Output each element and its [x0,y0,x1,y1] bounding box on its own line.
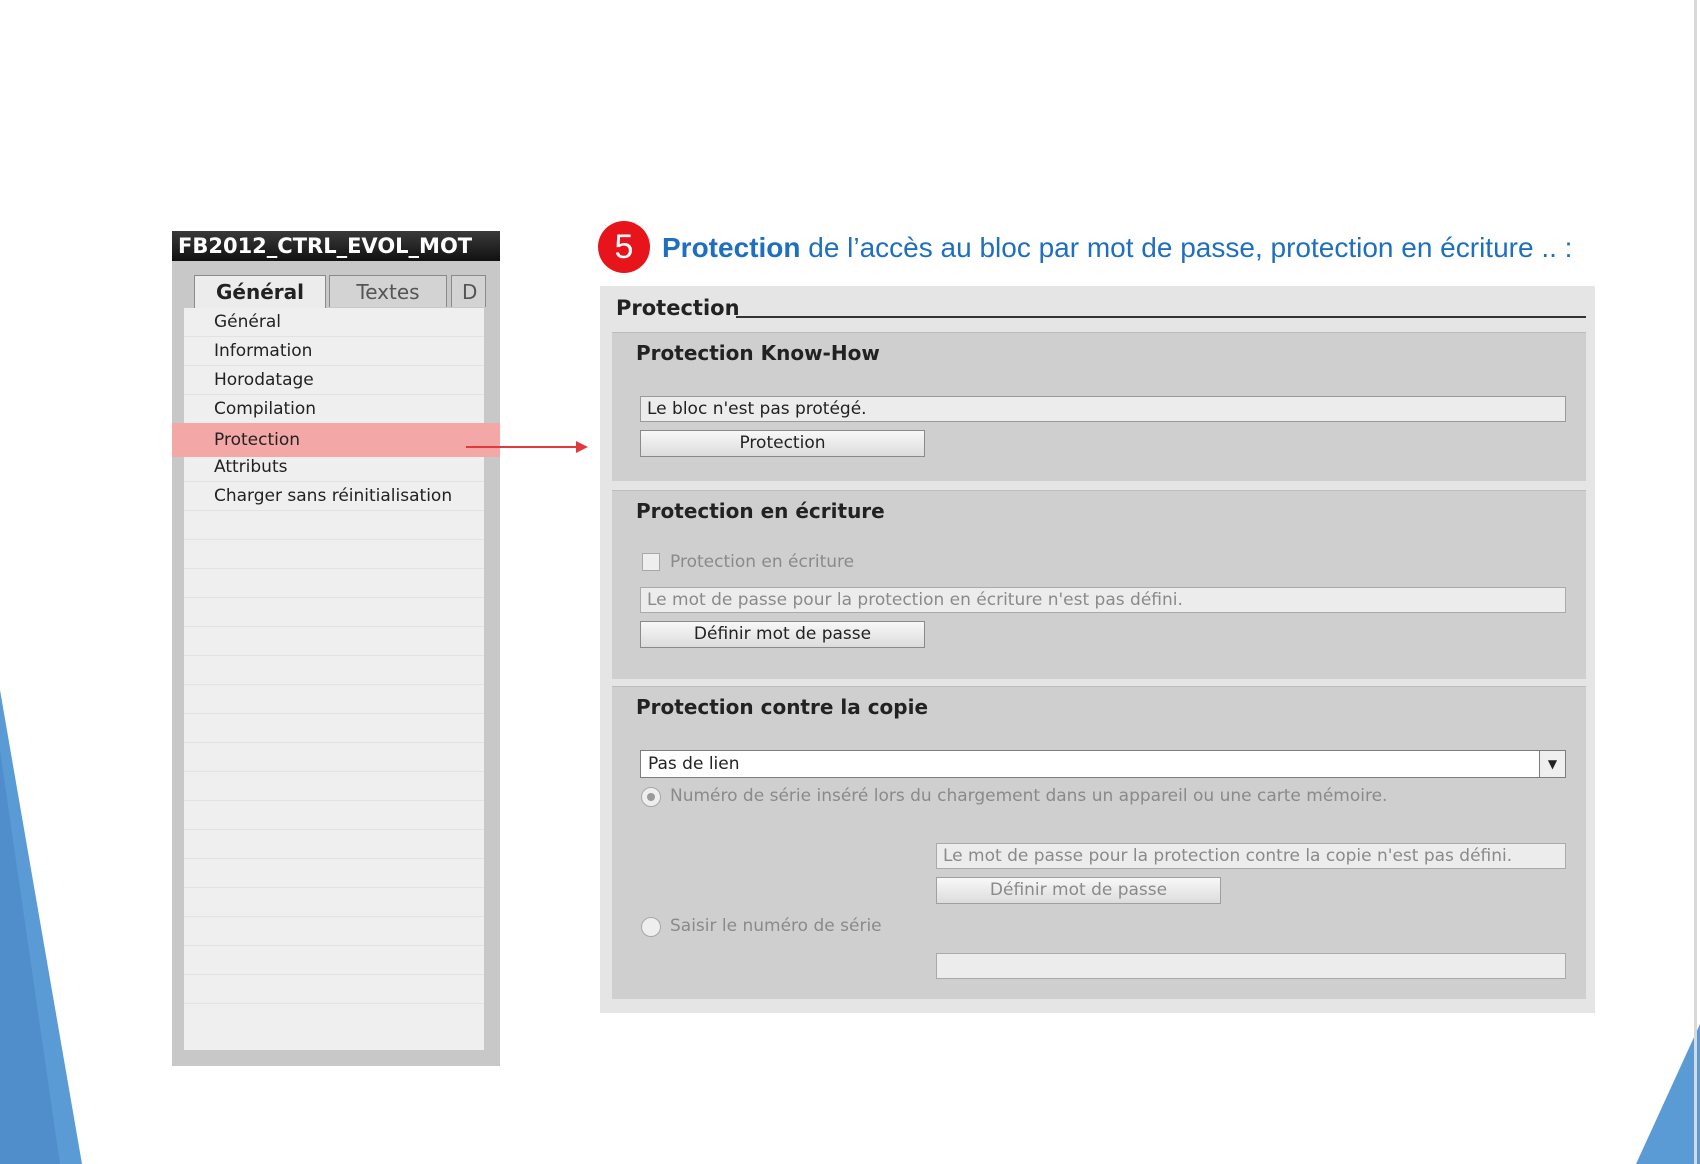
list-item-empty [184,946,484,975]
list-item-empty [184,859,484,888]
list-item-empty [184,714,484,743]
right-edge-line [1694,0,1697,1164]
chevron-down-icon[interactable]: ▼ [1539,751,1565,777]
tab-d[interactable]: D [451,275,486,307]
list-item-empty [184,801,484,830]
radio-selected-dot [647,793,655,801]
write-protection-section: Protection en écriture Protection en écr… [612,490,1586,679]
copy-protection-select[interactable]: Pas de lien ▼ [640,750,1566,778]
list-item-empty [184,917,484,946]
block-title: FB2012_CTRL_EVOL_MOT [172,231,500,261]
title-divider [736,316,1586,318]
list-item-horodatage[interactable]: Horodatage [184,366,484,395]
protection-button[interactable]: Protection [640,430,925,457]
list-item-empty [184,975,484,1004]
tab-textes[interactable]: Textes [329,275,447,307]
pointer-arrow-line [466,446,576,448]
heading-text: de l’accès au bloc par mot de passe, pro… [800,232,1573,263]
slide-heading: Protection de l’accès au bloc par mot de… [662,232,1572,264]
serial-insert-label: Numéro de série inséré lors du chargemen… [670,786,1388,806]
define-password-button[interactable]: Définir mot de passe [640,621,925,648]
list-item-protection[interactable]: Protection [172,423,500,457]
properties-list: Général Information Horodatage Compilati… [172,308,500,1050]
arrow-right-icon [576,441,588,453]
enter-serial-label: Saisir le numéro de série [670,916,882,936]
serial-number-input[interactable] [936,953,1566,979]
write-protection-checkbox[interactable] [642,553,660,571]
copy-protection-section: Protection contre la copie Pas de lien ▼… [612,686,1586,999]
copy-protection-title: Protection contre la copie [636,695,929,719]
write-protection-title: Protection en écriture [636,499,885,523]
list-item-empty [184,511,484,540]
protection-panel: Protection Protection Know-How Le bloc n… [600,286,1595,1013]
list-item-charger[interactable]: Charger sans réinitialisation [184,482,484,511]
list-item-empty [184,685,484,714]
list-item-empty [184,627,484,656]
list-item-general[interactable]: Général [184,308,484,337]
list-item-empty [184,569,484,598]
list-item-empty [184,540,484,569]
list-item-attributs[interactable]: Attributs [184,453,484,482]
know-how-status-field: Le bloc n'est pas protégé. [640,396,1566,422]
list-item-empty [184,830,484,859]
write-password-status-field: Le mot de passe pour la protection en éc… [640,587,1566,613]
panel-title: Protection [616,296,740,320]
list-item-empty [184,743,484,772]
list-item-information[interactable]: Information [184,337,484,366]
list-item-empty [184,656,484,685]
tab-general[interactable]: Général [194,275,326,309]
properties-panel: FB2012_CTRL_EVOL_MOT Général Textes D Gé… [172,231,500,1066]
copy-protection-select-value: Pas de lien [648,754,740,774]
list-item-empty [184,772,484,801]
list-item-empty [184,888,484,917]
enter-serial-radio[interactable] [641,917,661,937]
copy-password-status-field: Le mot de passe pour la protection contr… [936,843,1566,869]
list-item-compilation[interactable]: Compilation [184,395,484,424]
know-how-section: Protection Know-How Le bloc n'est pas pr… [612,332,1586,481]
list-item-empty [184,598,484,627]
right-decorative-triangle [1636,1024,1700,1164]
tab-bar: Général Textes D [172,275,486,309]
step-number-badge: 5 [598,221,650,273]
define-copy-password-button[interactable]: Définir mot de passe [936,877,1221,904]
know-how-title: Protection Know-How [636,341,880,365]
heading-bold-text: Protection [662,232,801,263]
serial-insert-radio[interactable] [641,787,661,807]
left-decorative-triangle [0,690,90,1164]
write-protection-checkbox-label: Protection en écriture [670,552,855,572]
